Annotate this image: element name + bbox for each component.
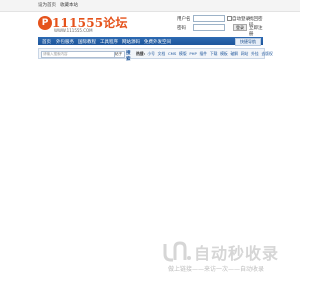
watermark-title: 自动秒收录	[194, 244, 280, 263]
search-type-select[interactable]: 帖子	[114, 50, 125, 58]
username-input[interactable]	[193, 15, 225, 22]
login-panel: 用户名 自动登录 找回密码 密码 登录 立即注册	[177, 15, 265, 37]
search-button[interactable]: 搜索	[126, 51, 134, 62]
nav-item-outsourcing[interactable]: 外包服务	[56, 39, 74, 45]
hot-keyword[interactable]: 插件	[200, 51, 208, 56]
hot-keyword[interactable]: 外挂	[251, 51, 259, 56]
hot-keyword[interactable]: 模板	[220, 51, 228, 56]
nav-item-free-space[interactable]: 免费外发空间	[144, 39, 171, 45]
auto-login-label: 自动登录	[232, 17, 250, 22]
login-button[interactable]: 登录	[233, 24, 247, 31]
set-home-link[interactable]: 设为首页	[38, 2, 56, 8]
hot-search: 热搜: 小号 文档 CMS 模版 PHP 插件 下载 模板 破解 网站 外挂 去…	[136, 51, 274, 57]
watermark: 自动秒收录 做上链接——来访一次——自动收录	[162, 240, 292, 274]
site-logo[interactable]: P 111555论坛 WWW.111555.COM	[38, 14, 128, 34]
hot-keyword[interactable]: 破解	[230, 51, 238, 56]
search-bar: 请输入搜索内容 帖子 搜索 热搜: 小号 文档 CMS 模版 PHP 插件 下载…	[38, 48, 273, 62]
top-bar: 设为首页 收藏本站	[0, 0, 300, 12]
hot-keyword[interactable]: 下载	[210, 51, 218, 56]
hot-keyword[interactable]: CMS	[168, 51, 176, 56]
hot-keyword[interactable]: 模版	[179, 51, 187, 56]
password-input[interactable]	[193, 24, 225, 31]
hot-label: 热搜:	[136, 50, 146, 56]
hot-keyword[interactable]: 小号	[147, 51, 155, 56]
nav-item-source[interactable]: 网站源码	[122, 39, 140, 45]
hot-keyword[interactable]: PHP	[189, 51, 196, 56]
logo-url: WWW.111555.COM	[54, 28, 93, 33]
password-label: 密码	[177, 26, 186, 31]
main-nav: 首页 外包服务 国际教程 工具程序 网站源码 免费外发空间 快捷导航	[38, 37, 263, 46]
hot-keyword[interactable]: 文档	[158, 51, 166, 56]
logo-icon: P	[38, 16, 52, 30]
username-label: 用户名	[177, 17, 191, 22]
nav-item-tutorials[interactable]: 国际教程	[78, 39, 96, 45]
nav-item-home[interactable]: 首页	[42, 39, 51, 45]
nav-item-tools[interactable]: 工具程序	[100, 39, 118, 45]
hot-keyword[interactable]: 网站	[241, 51, 249, 56]
hot-keyword[interactable]: 去版权	[261, 51, 272, 56]
watermark-logo-icon	[163, 241, 191, 262]
watermark-subtitle: 做上链接——来访一次——自动收录	[168, 266, 265, 273]
register-link[interactable]: 立即注册	[249, 25, 265, 37]
favorite-link[interactable]: 收藏本站	[60, 2, 78, 8]
quick-nav-button[interactable]: 快捷导航	[235, 38, 261, 46]
search-input[interactable]: 请输入搜索内容	[41, 50, 116, 58]
